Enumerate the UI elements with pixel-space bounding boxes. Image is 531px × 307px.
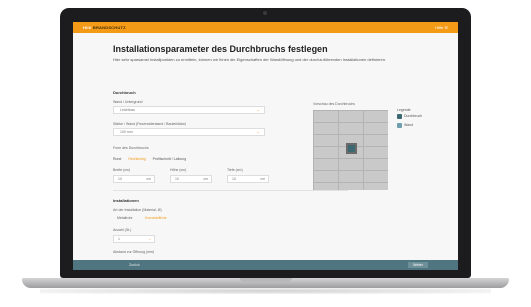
width-input[interactable]: 10 cm [113, 175, 155, 183]
depth-input[interactable]: 10 cm [227, 175, 269, 183]
wall-type-value: Leichtbau [120, 108, 136, 112]
app-screen: Hilti BRANDSCHUTZ Hilfe ☰ Installationsp… [73, 22, 458, 270]
chevron-down-icon: ⌄ [148, 237, 151, 241]
thickness-label: Stärke / Wand (Feuerwiderstand / Bauteil… [113, 122, 187, 126]
legend-label: Wand [404, 123, 414, 127]
back-button[interactable]: Zurück [129, 263, 140, 267]
preview-label: Vorschau des Durchbruchs [313, 102, 356, 106]
next-button[interactable]: Weiter [408, 262, 428, 268]
laptop-base [22, 278, 509, 288]
thickness-select[interactable]: 100 mm ⌄ [113, 128, 265, 136]
count-label: Anzahl (St.) [113, 228, 132, 232]
chevron-down-icon: ⌄ [256, 129, 260, 134]
depth-unit: cm [260, 177, 265, 181]
installation-option-kunststoff[interactable]: Kunststoffrohr [145, 216, 167, 220]
count-input[interactable]: 1 ⌄ [113, 235, 155, 243]
chevron-down-icon: ⌄ [256, 107, 260, 112]
page-title: Installationsparameter des Durchbruchs f… [113, 44, 328, 54]
form-option-profil[interactable]: Profilschnitt / Laibung [153, 157, 186, 161]
legend-item-wand: Wand [397, 123, 422, 130]
opening-marker [346, 143, 357, 154]
installation-type-label: Art der Installation (Material, Ø) [113, 208, 162, 212]
brand-accent: BRANDSCHUTZ [92, 25, 126, 30]
brand-primary: Hilti [83, 25, 92, 30]
height-value: 10 [175, 177, 179, 181]
form-option-rechteckig[interactable]: Rechteckig [128, 157, 145, 161]
form-label: Form des Durchbruchs [113, 146, 149, 150]
section-heading-durchbruch: Durchbruch [113, 90, 136, 95]
thickness-value: 100 mm [120, 130, 133, 134]
wall-preview [313, 110, 388, 190]
depth-label: Tiefe (cm) [227, 168, 243, 172]
distance-label: Abstand zur Öffnung (mm) [113, 250, 155, 254]
wall-type-select[interactable]: Leichtbau ⌄ [113, 106, 265, 114]
bottom-bar: Zurück Weiter [73, 260, 458, 270]
height-input[interactable]: 10 cm [170, 175, 212, 183]
top-bar: Hilti BRANDSCHUTZ Hilfe ☰ [73, 22, 458, 33]
height-unit: cm [203, 177, 208, 181]
count-value: 1 [118, 237, 120, 241]
section-divider [113, 190, 348, 191]
depth-value: 10 [232, 177, 236, 181]
page-intro: Hier sehr sparsamst Installpunkten zu er… [113, 57, 387, 62]
legend-swatch [397, 123, 402, 128]
legend-item-durchbruch: Durchbruch [397, 114, 422, 121]
laptop-notch [240, 278, 292, 282]
legend-swatch [397, 114, 402, 119]
width-value: 10 [118, 177, 122, 181]
top-right-menu[interactable]: Hilfe ☰ [435, 25, 448, 30]
height-label: Höhe (cm) [170, 168, 187, 172]
form-radio-group: Rund Rechteckig Profilschnitt / Laibung [113, 157, 192, 161]
laptop-shadow [40, 288, 491, 294]
camera-icon [263, 11, 267, 15]
width-label: Breite (cm) [113, 168, 131, 172]
form-option-rund[interactable]: Rund [113, 157, 121, 161]
wall-type-label: Wand / Untergrund [113, 100, 143, 104]
installation-option-metall[interactable]: Metallrohr [117, 216, 133, 220]
width-unit: cm [146, 177, 151, 181]
section-heading-installationen: Installationen [113, 198, 139, 203]
brand-logo[interactable]: Hilti BRANDSCHUTZ [83, 25, 126, 30]
legend-label: Durchbruch [404, 114, 423, 118]
legend-title: Legende [397, 108, 411, 112]
preview-legend: Legende Durchbruch Wand [397, 108, 422, 130]
